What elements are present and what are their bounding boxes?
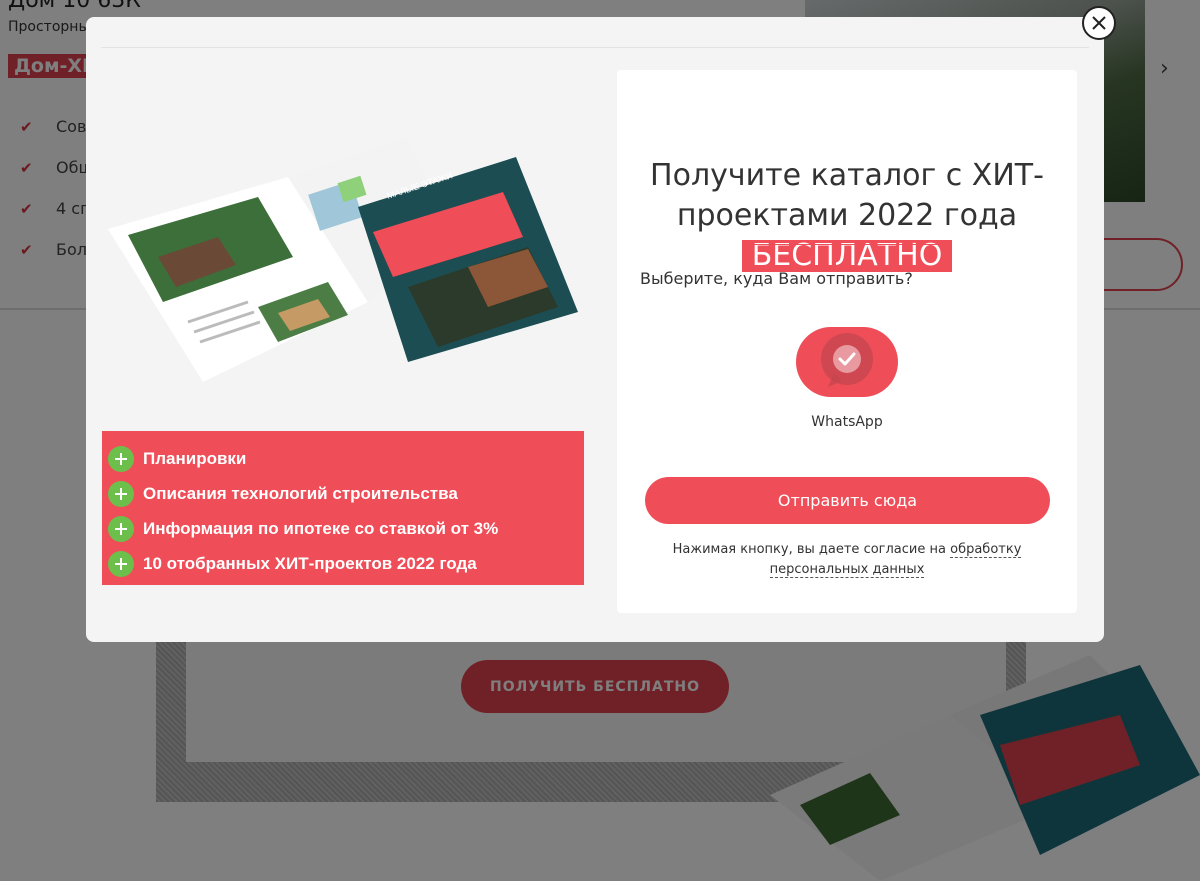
- plus-icon: [108, 445, 134, 472]
- form-question: Выберите, куда Вам отправить?: [640, 269, 913, 288]
- send-button[interactable]: Отправить сюда: [645, 477, 1050, 524]
- close-button[interactable]: [1082, 6, 1116, 40]
- benefit-item: 10 отобранных ХИТ-проектов 2022 года: [108, 546, 578, 581]
- close-icon: [1092, 16, 1106, 30]
- plus-icon: [108, 480, 134, 507]
- catalog-modal: МАЛЫЕ ЭТАЖИ Планировки Описания технолог…: [86, 6, 1116, 642]
- whatsapp-option-button[interactable]: [796, 327, 898, 397]
- form-title: Получите каталог с ХИТ- проектами 2022 г…: [650, 158, 1044, 273]
- whatsapp-icon: [821, 333, 873, 387]
- catalog-request-form: Получите каталог с ХИТ- проектами 2022 г…: [617, 70, 1077, 613]
- modal-top-divider: [101, 47, 1089, 48]
- benefit-item: Информация по ипотеке со ставкой от 3%: [108, 511, 578, 546]
- whatsapp-label: WhatsApp: [811, 414, 883, 430]
- form-divider: [743, 244, 951, 245]
- plus-icon: [108, 550, 134, 577]
- plus-icon: [108, 515, 134, 542]
- catalog-preview-image: МАЛЫЕ ЭТАЖИ: [108, 137, 578, 382]
- benefit-item: Планировки: [108, 441, 578, 476]
- consent-text: Нажимая кнопку, вы даете согласие на обр…: [672, 542, 1022, 578]
- benefit-item: Описания технологий строительства: [108, 476, 578, 511]
- benefits-panel: Планировки Описания технологий строитель…: [102, 431, 584, 585]
